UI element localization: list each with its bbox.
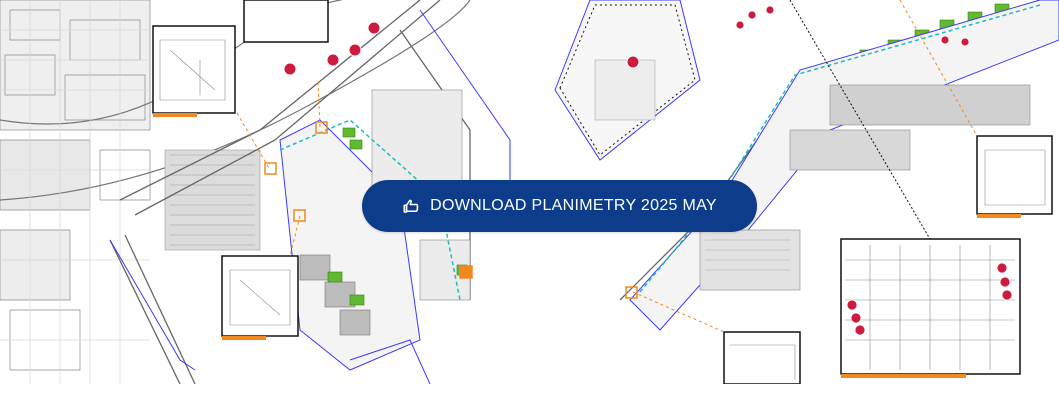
parking-grid bbox=[164, 149, 261, 251]
download-planimetry-button[interactable]: DOWNLOAD PLANIMETRY 2025 MAY bbox=[362, 180, 757, 232]
download-planimetry-label: DOWNLOAD PLANIMETRY 2025 MAY bbox=[430, 197, 717, 214]
bottom-whitespace bbox=[0, 384, 1059, 420]
hand-pointing-icon bbox=[403, 199, 419, 213]
